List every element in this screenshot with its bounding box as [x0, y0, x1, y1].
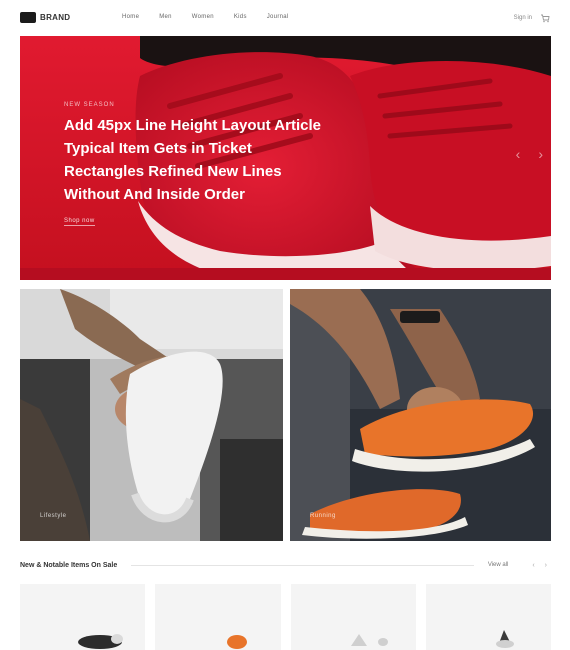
chevron-right-icon[interactable]: ›	[538, 146, 543, 162]
nav-item-kids[interactable]: Kids	[234, 14, 247, 20]
sign-in-link[interactable]: Sign in	[514, 15, 532, 21]
hero-copy: New season Add 45px Line Height Layout A…	[64, 102, 334, 227]
hero-banner[interactable]: New season Add 45px Line Height Layout A…	[20, 36, 551, 280]
product-card[interactable]	[425, 584, 551, 650]
nav-item-women[interactable]: Women	[192, 14, 214, 20]
product-image	[495, 630, 514, 648]
nav-item-men[interactable]: Men	[159, 14, 172, 20]
view-all-link[interactable]: View all	[488, 562, 509, 568]
tile-caption-running: Running	[310, 513, 336, 519]
section-header: New & Notable Items On Sale View all ‹ ›	[20, 558, 551, 572]
cart-icon[interactable]	[540, 13, 550, 23]
chevron-left-icon[interactable]: ‹	[516, 146, 521, 162]
category-tile-lifestyle[interactable]: Lifestyle	[20, 289, 283, 541]
product-card[interactable]	[155, 584, 281, 650]
nav-item-journal[interactable]: Journal	[267, 14, 289, 20]
tile-caption-lifestyle: Lifestyle	[40, 513, 67, 519]
section-title: New & Notable Items On Sale	[20, 561, 118, 569]
white-sneaker-image	[20, 289, 283, 541]
hero-carousel-arrows: ‹ ›	[516, 146, 543, 162]
brand-logo[interactable]: BRAND	[20, 12, 70, 23]
main-nav: Home Men Women Kids Journal	[122, 14, 289, 20]
product-image	[350, 634, 388, 646]
header-actions: Sign in	[514, 13, 550, 23]
orange-sneaker-image	[290, 289, 551, 541]
brand-name: BRAND	[40, 13, 71, 22]
category-tile-running[interactable]: Running	[290, 289, 551, 541]
site-header: BRAND Home Men Women Kids Journal Sign i…	[0, 0, 570, 36]
logo-mark-icon	[20, 12, 36, 23]
section-divider	[131, 564, 474, 566]
hero-shop-now-link[interactable]: Shop now	[64, 218, 95, 226]
product-card[interactable]	[20, 584, 146, 650]
nav-item-home[interactable]: Home	[122, 14, 139, 20]
carousel-arrows[interactable]: ‹ ›	[532, 562, 551, 569]
hero-title: Add 45px Line Height Layout Article Typi…	[64, 117, 321, 203]
product-image	[78, 634, 123, 649]
product-image	[227, 635, 248, 649]
product-carousel	[20, 584, 551, 650]
product-card[interactable]	[290, 584, 416, 650]
hero-eyebrow: New season	[64, 102, 115, 108]
